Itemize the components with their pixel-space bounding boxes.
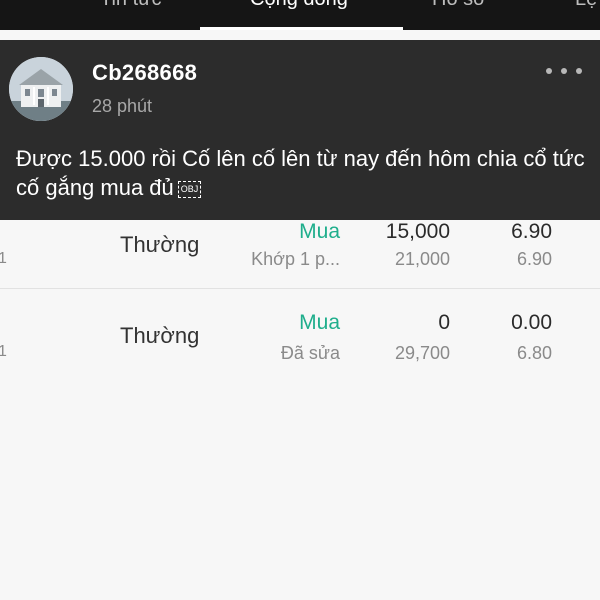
avatar[interactable]	[9, 57, 73, 121]
object-placeholder-icon: OBJ	[177, 180, 202, 198]
order-side: Mua	[299, 220, 340, 243]
house-avatar-icon	[9, 57, 73, 121]
active-tab-indicator	[200, 27, 403, 30]
order-quantity: 15,000	[385, 220, 450, 243]
post-username[interactable]: Cb268668	[92, 60, 197, 86]
tab-community[interactable]: Cộng đồng	[250, 0, 348, 11]
order-type: Thường	[120, 232, 200, 257]
tab-bar: Tin tức Cộng đồng Hồ sơ Lệ	[0, 0, 600, 30]
post-timestamp: 28 phút	[92, 96, 153, 116]
order-price: 0.00	[511, 311, 552, 334]
order-price: 6.90	[511, 220, 552, 243]
matched-price: 6.90	[516, 249, 552, 269]
row-edge-number: 1	[0, 250, 7, 267]
order-side: Mua	[299, 311, 340, 334]
order-row[interactable]: 1 Thường Mua Đã sửa 0 29,700 0.00 6.80	[0, 305, 600, 375]
row-edge-number: 1	[0, 343, 7, 360]
order-status: Đã sửa	[280, 343, 340, 363]
tab-more[interactable]: Lệ	[575, 0, 597, 11]
matched-quantity: 29,700	[394, 343, 450, 363]
tab-news[interactable]: Tin tức	[100, 0, 162, 11]
matched-price: 6.80	[516, 343, 552, 363]
row-divider	[0, 288, 600, 289]
order-quantity: 0	[438, 311, 450, 334]
matched-quantity: 21,000	[394, 249, 450, 269]
tab-profile[interactable]: Hồ sơ	[432, 0, 486, 11]
order-type: Thường	[120, 323, 200, 348]
post-content: Được 15.000 rồi Cố lên cố lên từ nay đến…	[16, 144, 586, 202]
more-options-icon[interactable]	[546, 60, 582, 82]
order-status: Khớp 1 p...	[251, 249, 340, 269]
post-text: Được 15.000 rồi Cố lên cố lên từ nay đến…	[16, 146, 585, 200]
community-post-card[interactable]: Cb268668 28 phút Được 15.000 rồi Cố lên …	[0, 40, 600, 220]
order-row[interactable]: 1 Thường Mua Khớp 1 p... 15,000 21,000 6…	[0, 220, 600, 290]
